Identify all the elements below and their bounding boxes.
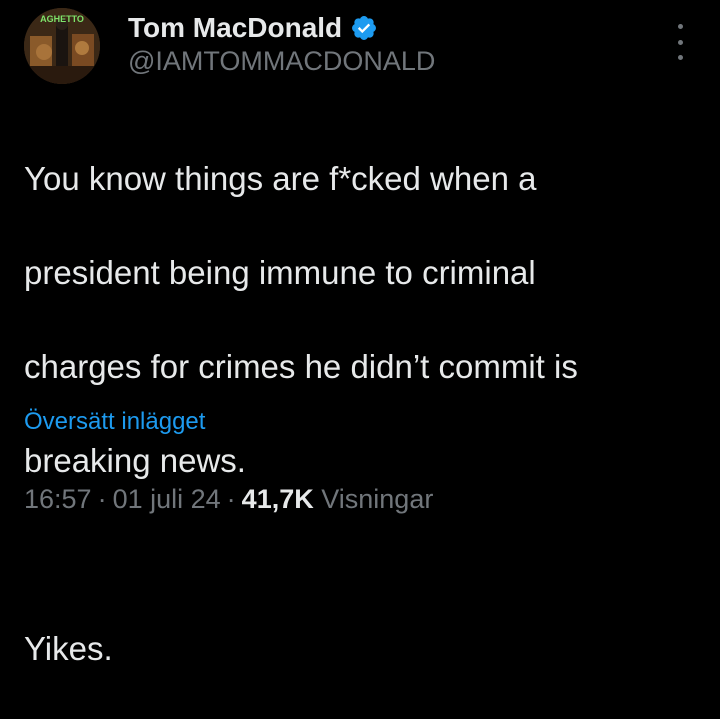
- translate-post-link[interactable]: Översätt inlägget: [24, 408, 205, 436]
- tweet-line: charges for crimes he didn’t commit is: [24, 348, 578, 385]
- display-name[interactable]: Tom MacDonald: [128, 12, 342, 44]
- tweet-closing: Yikes.: [24, 630, 113, 667]
- tweet-line: You know things are f*cked when a: [24, 160, 537, 197]
- views-count[interactable]: 41,7K: [242, 484, 314, 514]
- tweet-date[interactable]: 01 juli 24: [113, 484, 221, 514]
- more-dot: [677, 24, 683, 29]
- avatar-logo-text: AGHETTO: [40, 14, 84, 24]
- tweet-time[interactable]: 16:57: [24, 484, 92, 514]
- tweet-line: breaking news.: [24, 442, 246, 479]
- avatar-image: AGHETTO: [24, 8, 100, 84]
- avatar[interactable]: AGHETTO: [24, 8, 100, 84]
- meta-separator: ·: [226, 484, 236, 514]
- more-dot: [677, 39, 683, 45]
- tweet-meta: 16:57 · 01 juli 24 · 41,7K Visningar: [24, 484, 433, 515]
- verified-badge-icon: [352, 16, 377, 40]
- views-label[interactable]: Visningar: [321, 484, 433, 514]
- author-handle[interactable]: @IAMTOMMACDONALD: [128, 46, 435, 77]
- more-dot: [677, 55, 683, 60]
- author-name-row: Tom MacDonald: [128, 10, 378, 46]
- meta-separator: ·: [97, 484, 107, 514]
- tweet-line: president being immune to criminal: [24, 254, 536, 291]
- more-options-icon[interactable]: [670, 24, 690, 60]
- tweet-detail: AGHETTO Tom MacDonald @IAMTOMMACDONALD Y…: [0, 0, 720, 667]
